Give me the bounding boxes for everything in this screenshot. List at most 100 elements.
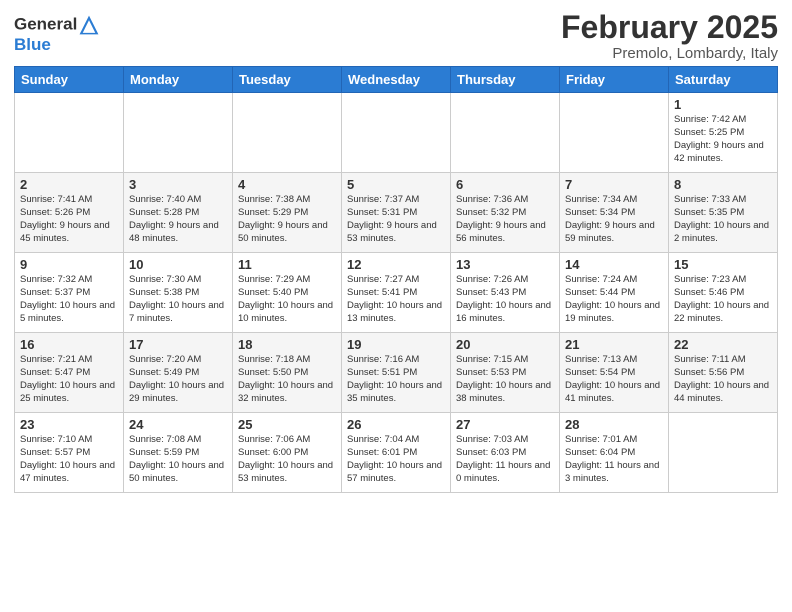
day-info: Sunrise: 7:32 AM Sunset: 5:37 PM Dayligh… — [20, 274, 118, 325]
calendar-cell — [560, 93, 669, 173]
calendar-cell: 23 Sunrise: 7:10 AM Sunset: 5:57 PM Dayli… — [15, 413, 124, 493]
week-row-0: 1Sunrise: 7:42 AM Sunset: 5:25 PM Daylig… — [15, 93, 778, 173]
day-info: Sunrise: 7:41 AM Sunset: 5:26 PM Dayligh… — [20, 194, 118, 245]
day-number: 6 — [456, 177, 554, 192]
day-number: 3 — [129, 177, 227, 192]
day-info: Sunrise: 7:10 AM Sunset: 5:57 PM Dayligh… — [20, 434, 118, 485]
calendar-header-row: Sunday Monday Tuesday Wednesday Thursday… — [15, 67, 778, 93]
week-row-2: 9 Sunrise: 7:32 AM Sunset: 5:37 PM Daylig… — [15, 253, 778, 333]
day-info: Sunrise: 7:36 AM Sunset: 5:32 PM Dayligh… — [456, 194, 554, 245]
day-info: Sunrise: 7:24 AM Sunset: 5:44 PM Dayligh… — [565, 274, 663, 325]
calendar-cell: 27 Sunrise: 7:03 AM Sunset: 6:03 PM Dayli… — [451, 413, 560, 493]
header-thursday: Thursday — [451, 67, 560, 93]
day-number: 1 — [674, 97, 772, 112]
header-monday: Monday — [124, 67, 233, 93]
day-info: Sunrise: 7:06 AM Sunset: 6:00 PM Dayligh… — [238, 434, 336, 485]
day-number: 23 — [20, 417, 118, 432]
calendar-cell: 6 Sunrise: 7:36 AM Sunset: 5:32 PM Daylig… — [451, 173, 560, 253]
calendar-table: Sunday Monday Tuesday Wednesday Thursday… — [14, 66, 778, 493]
calendar-cell: 26 Sunrise: 7:04 AM Sunset: 6:01 PM Dayli… — [342, 413, 451, 493]
day-info: Sunrise: 7:23 AM Sunset: 5:46 PM Dayligh… — [674, 274, 772, 325]
calendar-cell: 13 Sunrise: 7:26 AM Sunset: 5:43 PM Dayli… — [451, 253, 560, 333]
day-info: Sunrise: 7:11 AM Sunset: 5:56 PM Dayligh… — [674, 354, 772, 405]
day-info: Sunrise: 7:21 AM Sunset: 5:47 PM Dayligh… — [20, 354, 118, 405]
day-number: 15 — [674, 257, 772, 272]
header-saturday: Saturday — [669, 67, 778, 93]
calendar-cell — [669, 413, 778, 493]
header-wednesday: Wednesday — [342, 67, 451, 93]
calendar-cell: 9 Sunrise: 7:32 AM Sunset: 5:37 PM Daylig… — [15, 253, 124, 333]
calendar-cell: 20Sunrise: 7:15 AM Sunset: 5:53 PM Dayli… — [451, 333, 560, 413]
calendar-cell: 7 Sunrise: 7:34 AM Sunset: 5:34 PM Daylig… — [560, 173, 669, 253]
calendar-cell: 16 Sunrise: 7:21 AM Sunset: 5:47 PM Dayli… — [15, 333, 124, 413]
calendar-cell: 24 Sunrise: 7:08 AM Sunset: 5:59 PM Dayli… — [124, 413, 233, 493]
week-row-3: 16 Sunrise: 7:21 AM Sunset: 5:47 PM Dayli… — [15, 333, 778, 413]
day-number: 24 — [129, 417, 227, 432]
day-info: Sunrise: 7:30 AM Sunset: 5:38 PM Dayligh… — [129, 274, 227, 325]
day-info: Sunrise: 7:26 AM Sunset: 5:43 PM Dayligh… — [456, 274, 554, 325]
day-info: Sunrise: 7:08 AM Sunset: 5:59 PM Dayligh… — [129, 434, 227, 485]
day-number: 13 — [456, 257, 554, 272]
day-info: Sunrise: 7:20 AM Sunset: 5:49 PM Dayligh… — [129, 354, 227, 405]
day-number: 25 — [238, 417, 336, 432]
day-number: 26 — [347, 417, 445, 432]
day-number: 9 — [20, 257, 118, 272]
calendar-cell: 14Sunrise: 7:24 AM Sunset: 5:44 PM Dayli… — [560, 253, 669, 333]
day-number: 2 — [20, 177, 118, 192]
day-info: Sunrise: 7:03 AM Sunset: 6:03 PM Dayligh… — [456, 434, 554, 485]
calendar-cell: 8 Sunrise: 7:33 AM Sunset: 5:35 PM Daylig… — [669, 173, 778, 253]
calendar-cell: 15 Sunrise: 7:23 AM Sunset: 5:46 PM Dayli… — [669, 253, 778, 333]
calendar-cell: 1Sunrise: 7:42 AM Sunset: 5:25 PM Daylig… — [669, 93, 778, 173]
day-info: Sunrise: 7:01 AM Sunset: 6:04 PM Dayligh… — [565, 434, 663, 485]
calendar-cell: 12Sunrise: 7:27 AM Sunset: 5:41 PM Dayli… — [342, 253, 451, 333]
day-info: Sunrise: 7:16 AM Sunset: 5:51 PM Dayligh… — [347, 354, 445, 405]
day-number: 12 — [347, 257, 445, 272]
day-number: 5 — [347, 177, 445, 192]
day-info: Sunrise: 7:40 AM Sunset: 5:28 PM Dayligh… — [129, 194, 227, 245]
calendar-cell: 10 Sunrise: 7:30 AM Sunset: 5:38 PM Dayli… — [124, 253, 233, 333]
calendar-cell — [342, 93, 451, 173]
calendar-cell: 11Sunrise: 7:29 AM Sunset: 5:40 PM Dayli… — [233, 253, 342, 333]
day-info: Sunrise: 7:13 AM Sunset: 5:54 PM Dayligh… — [565, 354, 663, 405]
calendar-cell: 19 Sunrise: 7:16 AM Sunset: 5:51 PM Dayli… — [342, 333, 451, 413]
calendar-cell: 25 Sunrise: 7:06 AM Sunset: 6:00 PM Dayli… — [233, 413, 342, 493]
day-info: Sunrise: 7:04 AM Sunset: 6:01 PM Dayligh… — [347, 434, 445, 485]
day-number: 7 — [565, 177, 663, 192]
day-number: 10 — [129, 257, 227, 272]
calendar-cell: 5Sunrise: 7:37 AM Sunset: 5:31 PM Daylig… — [342, 173, 451, 253]
header: General Blue February 2025 Premolo, Lomb… — [14, 10, 778, 62]
subtitle: Premolo, Lombardy, Italy — [561, 45, 778, 62]
day-number: 11 — [238, 257, 336, 272]
day-number: 28 — [565, 417, 663, 432]
day-info: Sunrise: 7:33 AM Sunset: 5:35 PM Dayligh… — [674, 194, 772, 245]
day-number: 19 — [347, 337, 445, 352]
day-number: 20 — [456, 337, 554, 352]
calendar-cell — [15, 93, 124, 173]
logo-blue: Blue — [14, 36, 101, 55]
week-row-4: 23 Sunrise: 7:10 AM Sunset: 5:57 PM Dayli… — [15, 413, 778, 493]
calendar-cell — [124, 93, 233, 173]
header-tuesday: Tuesday — [233, 67, 342, 93]
day-info: Sunrise: 7:34 AM Sunset: 5:34 PM Dayligh… — [565, 194, 663, 245]
day-info: Sunrise: 7:38 AM Sunset: 5:29 PM Dayligh… — [238, 194, 336, 245]
day-number: 17 — [129, 337, 227, 352]
calendar-cell: 18 Sunrise: 7:18 AM Sunset: 5:50 PM Dayli… — [233, 333, 342, 413]
month-title: February 2025 — [561, 10, 778, 45]
calendar-cell: 2 Sunrise: 7:41 AM Sunset: 5:26 PM Daylig… — [15, 173, 124, 253]
day-info: Sunrise: 7:18 AM Sunset: 5:50 PM Dayligh… — [238, 354, 336, 405]
day-number: 27 — [456, 417, 554, 432]
day-number: 8 — [674, 177, 772, 192]
day-number: 22 — [674, 337, 772, 352]
day-number: 4 — [238, 177, 336, 192]
title-block: February 2025 Premolo, Lombardy, Italy — [561, 10, 778, 62]
header-friday: Friday — [560, 67, 669, 93]
calendar-cell: 17 Sunrise: 7:20 AM Sunset: 5:49 PM Dayli… — [124, 333, 233, 413]
header-sunday: Sunday — [15, 67, 124, 93]
day-number: 16 — [20, 337, 118, 352]
week-row-1: 2 Sunrise: 7:41 AM Sunset: 5:26 PM Daylig… — [15, 173, 778, 253]
page-container: General Blue February 2025 Premolo, Lomb… — [0, 0, 792, 503]
calendar-cell — [451, 93, 560, 173]
logo: General Blue — [14, 14, 101, 55]
logo-general: General — [14, 14, 77, 33]
day-number: 18 — [238, 337, 336, 352]
